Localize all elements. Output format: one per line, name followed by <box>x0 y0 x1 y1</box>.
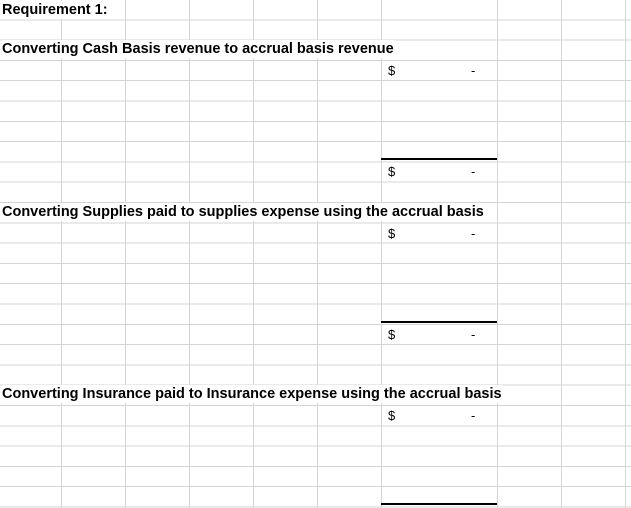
requirement-title: Requirement 1: <box>2 1 108 19</box>
section-1-amount[interactable]: - <box>471 62 481 80</box>
section-2-heading: Converting Supplies paid to supplies exp… <box>2 203 484 221</box>
section-2-total-currency-symbol[interactable]: $ <box>388 326 402 344</box>
section-1-currency-symbol[interactable]: $ <box>388 62 402 80</box>
section-3-currency-symbol[interactable]: $ <box>388 407 402 425</box>
section-2-total-amount[interactable]: - <box>471 326 481 344</box>
section-1-total-rule <box>381 158 497 160</box>
spreadsheet-grid[interactable]: Requirement 1: Converting Cash Basis rev… <box>0 0 631 508</box>
section-2-total-rule <box>381 321 497 323</box>
section-3-total-rule <box>381 503 497 505</box>
section-2-currency-symbol[interactable]: $ <box>388 225 402 243</box>
section-1-total-currency-symbol[interactable]: $ <box>388 163 402 181</box>
section-2-amount[interactable]: - <box>471 225 481 243</box>
section-1-heading: Converting Cash Basis revenue to accrual… <box>2 40 394 58</box>
section-1-total-amount[interactable]: - <box>471 163 481 181</box>
section-3-heading: Converting Insurance paid to Insurance e… <box>2 385 502 403</box>
section-3-amount[interactable]: - <box>471 407 481 425</box>
